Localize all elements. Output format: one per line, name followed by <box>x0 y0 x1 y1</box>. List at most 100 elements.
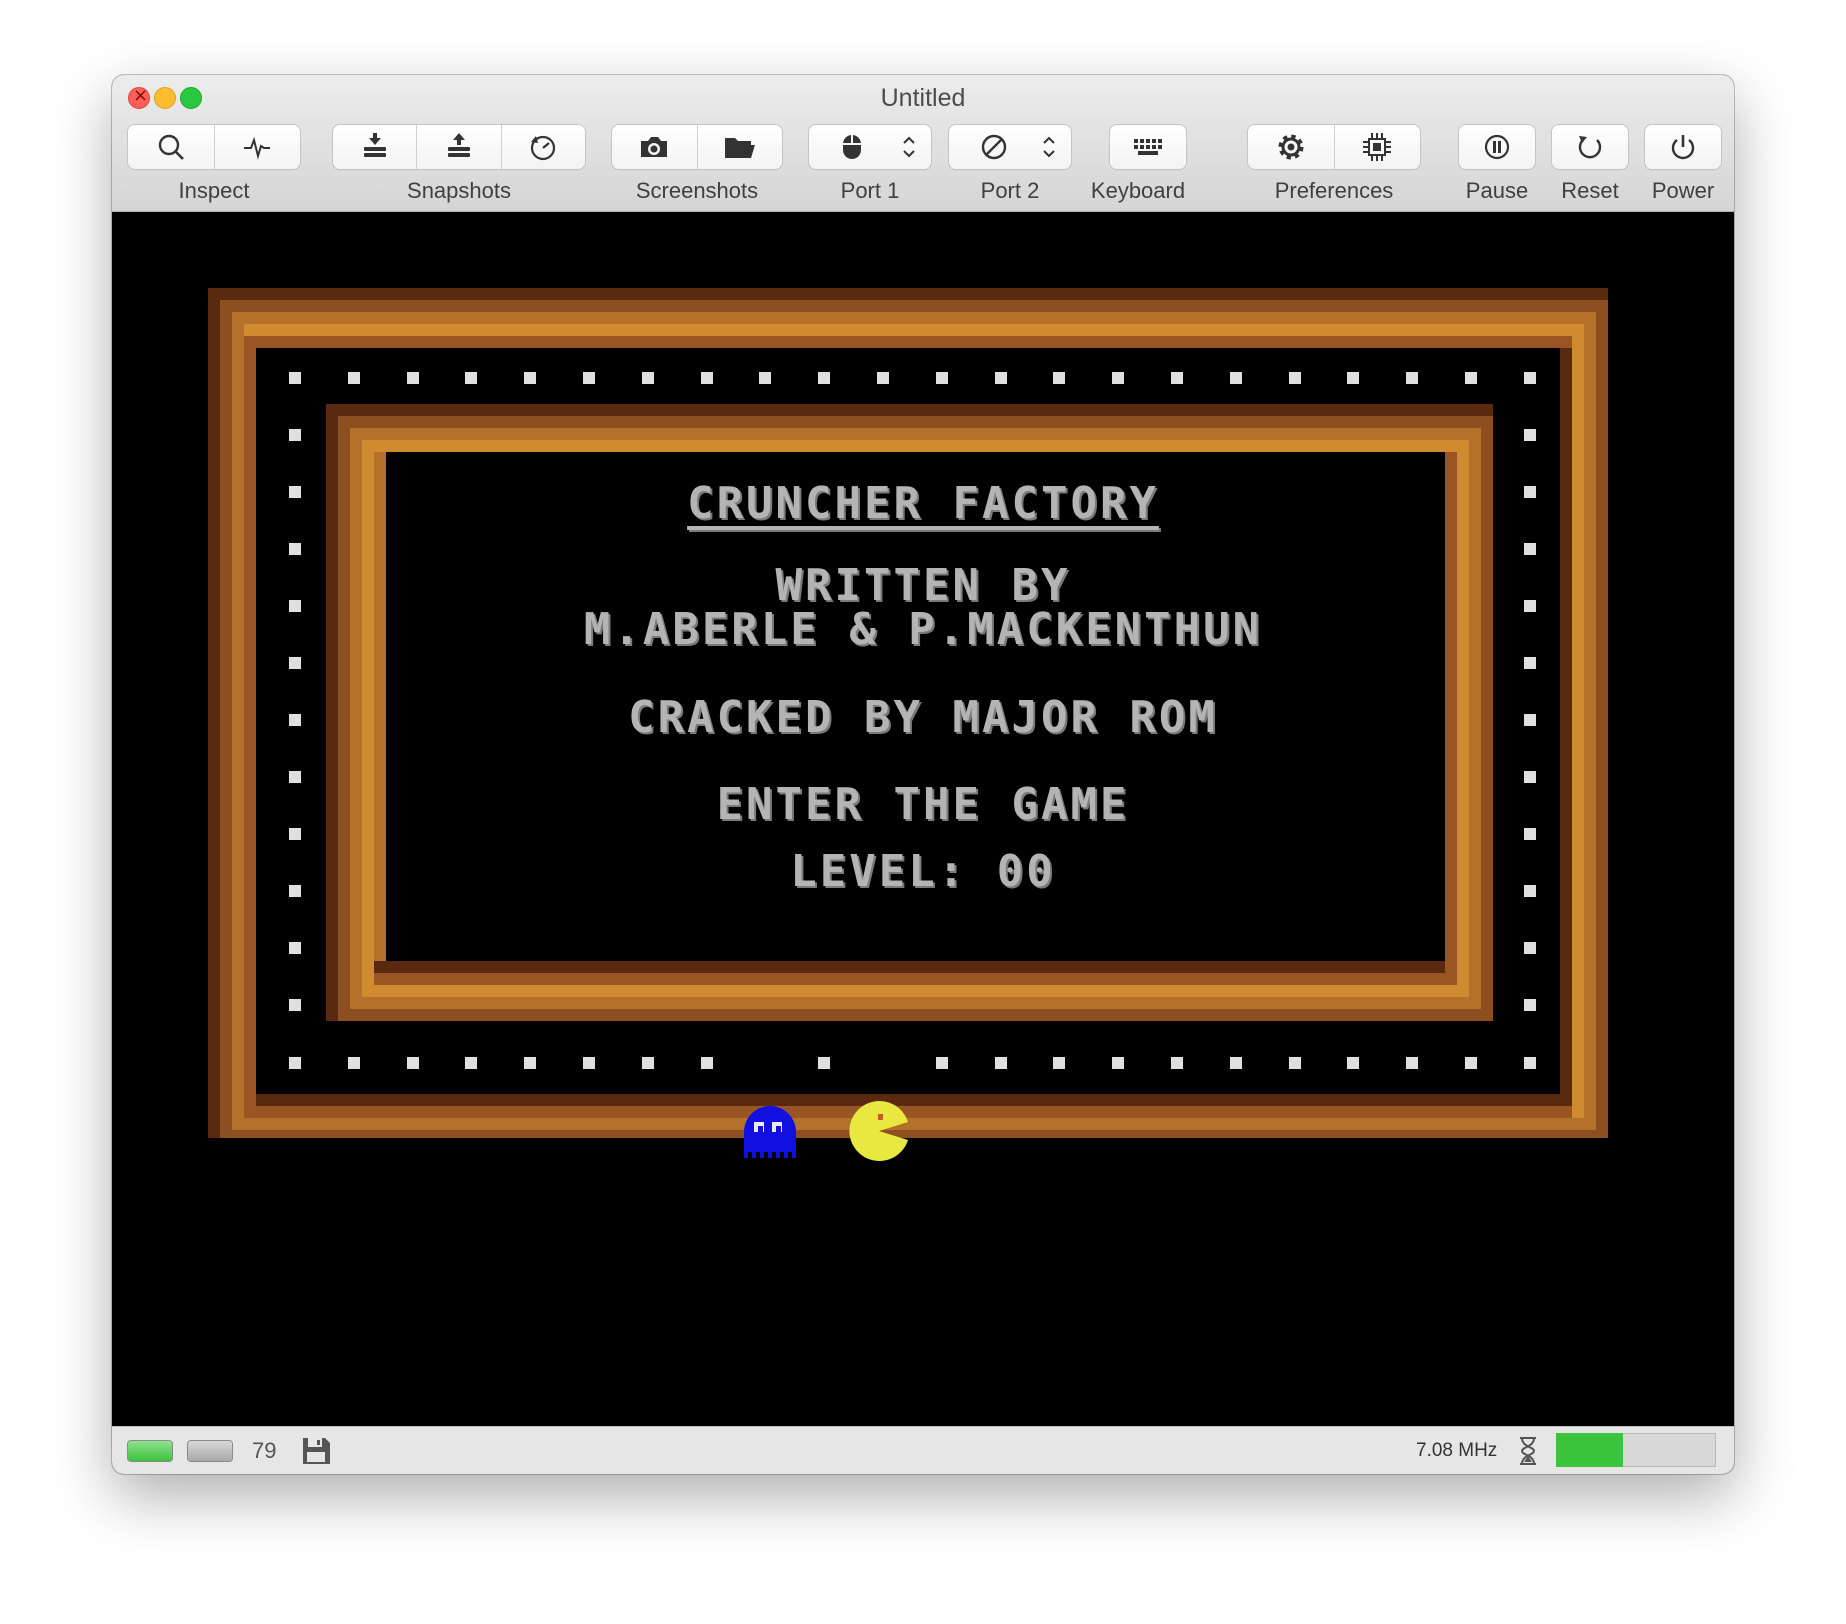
pellet <box>1524 942 1536 954</box>
pellet <box>1406 372 1419 384</box>
restore-snapshot-button[interactable] <box>416 125 500 169</box>
pellet <box>1524 429 1536 441</box>
magnifier-icon <box>158 134 184 160</box>
port2-group: Port 2 <box>949 125 1071 204</box>
stack-up-icon <box>447 133 470 157</box>
toolbar: Untitled Inspect <box>112 75 1734 212</box>
power-button[interactable] <box>1645 125 1721 169</box>
pellet <box>759 372 772 384</box>
pellet <box>818 372 831 384</box>
pellet <box>1288 1057 1301 1069</box>
window-title: Untitled <box>880 84 966 112</box>
pellet <box>289 372 301 384</box>
ghost-sprite <box>744 1106 796 1158</box>
pellet <box>994 372 1007 384</box>
pellet <box>1112 372 1125 384</box>
browse-screenshots-button[interactable] <box>696 125 783 169</box>
pellet <box>406 1057 419 1069</box>
pellet <box>641 372 654 384</box>
reset-button[interactable] <box>1552 125 1628 169</box>
hardware-button[interactable] <box>1333 125 1421 169</box>
none-icon <box>981 134 1007 160</box>
take-screenshot-button[interactable] <box>612 125 697 169</box>
pellet <box>583 1057 595 1069</box>
drive-led-green <box>128 1441 172 1461</box>
speed-meter <box>1556 1433 1716 1467</box>
pellet <box>524 372 537 384</box>
clock-rewind-icon <box>531 135 556 161</box>
pellet <box>289 942 301 954</box>
pellet <box>289 657 301 669</box>
speed-meter-fill <box>1556 1433 1624 1467</box>
pellet <box>641 1057 654 1069</box>
pellet <box>1053 372 1066 384</box>
pellet <box>1112 1057 1125 1069</box>
power-icon <box>1671 135 1695 160</box>
camera-icon <box>641 137 668 157</box>
keyboard-label: Keyboard <box>1090 178 1186 203</box>
keyboard-group: Keyboard <box>1090 125 1186 204</box>
preferences-group: Preferences <box>1248 125 1420 204</box>
level-line: LEVEL: 00 <box>790 846 1056 897</box>
pellet <box>347 1057 360 1069</box>
port2-label: Port 2 <box>980 178 1040 203</box>
activity-icon <box>244 136 271 160</box>
pellet <box>524 1057 537 1069</box>
pellet <box>1229 372 1242 384</box>
pacman-sprite <box>849 1101 908 1161</box>
inspect-label: Inspect <box>178 178 250 203</box>
keyboard-icon <box>1134 139 1162 155</box>
screenshots-group: Screenshots <box>612 125 782 204</box>
pellet <box>289 429 301 441</box>
pellet <box>877 372 889 384</box>
pellet <box>406 372 419 384</box>
port2-select[interactable] <box>949 125 1071 169</box>
take-snapshot-button[interactable] <box>333 125 416 169</box>
pellet <box>1523 372 1536 384</box>
inspect-group: Inspect <box>128 125 300 204</box>
port1-select[interactable] <box>809 125 931 169</box>
credits-line-2: M.ABERLE & P.MACKENTHUN <box>583 604 1263 655</box>
pellet <box>1406 1057 1419 1069</box>
pellet <box>1171 1057 1183 1069</box>
pellet <box>347 372 360 384</box>
enter-game-line: ENTER THE GAME <box>716 779 1130 830</box>
port1-group: Port 1 <box>809 125 931 204</box>
pellet <box>1524 543 1536 555</box>
screenshots-label: Screenshots <box>635 178 759 203</box>
pellet <box>1171 372 1183 384</box>
pellet <box>1465 372 1477 384</box>
gear-icon <box>1278 134 1304 160</box>
keyboard-button[interactable] <box>1110 125 1186 169</box>
snapshots-label: Snapshots <box>407 178 511 203</box>
hourglass-icon[interactable] <box>1516 1435 1540 1467</box>
monitor-button[interactable] <box>213 125 301 169</box>
pellet <box>935 1057 948 1069</box>
pellet <box>583 372 595 384</box>
pellet <box>1524 657 1536 669</box>
track-number: 79 <box>252 1438 277 1463</box>
browse-snapshots-button[interactable] <box>500 125 585 169</box>
power-label: Power <box>1651 178 1715 203</box>
pause-group: Pause <box>1459 125 1535 204</box>
drive-led-gray <box>188 1441 232 1461</box>
pellet <box>1465 1057 1477 1069</box>
game-title: CRUNCHER FACTORY <box>687 478 1159 529</box>
pellet <box>289 543 301 555</box>
pellet <box>465 1057 478 1069</box>
floppy-icon[interactable] <box>300 1435 332 1467</box>
inspect-button[interactable] <box>128 125 214 169</box>
chevron-updown-icon <box>903 136 915 158</box>
snapshots-group: Snapshots <box>333 125 585 204</box>
pellet <box>1288 372 1301 384</box>
pellet <box>935 372 948 384</box>
pause-label: Pause <box>1465 178 1529 203</box>
pellet <box>994 1057 1007 1069</box>
reset-label: Reset <box>1561 178 1619 203</box>
pause-button[interactable] <box>1459 125 1535 169</box>
power-group: Power <box>1645 125 1721 204</box>
preferences-label: Preferences <box>1274 178 1394 203</box>
reset-group: Reset <box>1552 125 1628 204</box>
preferences-button[interactable] <box>1248 125 1334 169</box>
emulator-screen[interactable]: CRUNCHER FACTORY WRITTEN BY M.ABERLE & P… <box>112 212 1734 1426</box>
